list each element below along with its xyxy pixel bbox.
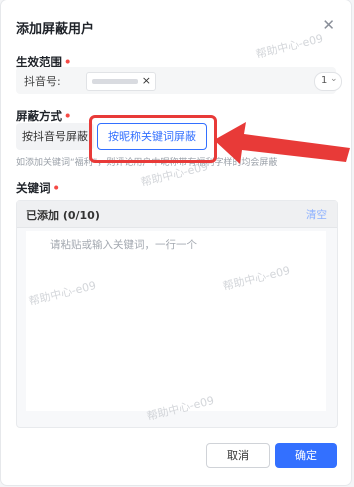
close-icon[interactable]: ✕	[322, 16, 335, 34]
dialog-title: 添加屏蔽用户	[16, 22, 95, 37]
account-tag: ×	[86, 72, 156, 91]
keywords-label: 关键词	[16, 181, 51, 195]
keywords-textarea[interactable]: 请粘贴或输入关键词，一行一个	[26, 231, 326, 411]
required-mark: •	[64, 109, 72, 123]
clear-keywords-button[interactable]: 清空	[306, 207, 327, 222]
mode-label: 屏蔽方式	[16, 109, 62, 123]
arrow-annotation	[214, 122, 350, 164]
redacted-account	[92, 79, 138, 84]
mode-section-label: 屏蔽方式 •	[16, 108, 71, 124]
scope-field-label: 抖音号:	[24, 75, 61, 88]
selection-count-value: 1	[321, 75, 328, 86]
selection-count[interactable]: 1 ⌄	[314, 72, 342, 91]
chevron-down-icon: ⌄	[330, 74, 338, 84]
cancel-button[interactable]: 取消	[206, 443, 270, 468]
scope-field[interactable]: 抖音号: × 1 ⌄	[16, 67, 342, 94]
tag-remove-icon[interactable]: ×	[142, 74, 151, 87]
keywords-placeholder: 请粘贴或输入关键词，一行一个	[50, 239, 197, 251]
keywords-header: 已添加 (0/10) 清空	[17, 201, 337, 228]
required-mark: •	[52, 181, 60, 195]
confirm-button[interactable]: 确定	[275, 443, 337, 468]
keywords-added-count: 已添加 (0/10)	[26, 209, 100, 222]
keywords-section-label: 关键词 •	[16, 180, 60, 196]
block-by-account-option[interactable]: 按抖音号屏蔽	[16, 123, 94, 150]
keywords-box: 已添加 (0/10) 清空 请粘贴或输入关键词，一行一个	[16, 200, 338, 428]
highlight-box-annotation	[89, 115, 217, 163]
